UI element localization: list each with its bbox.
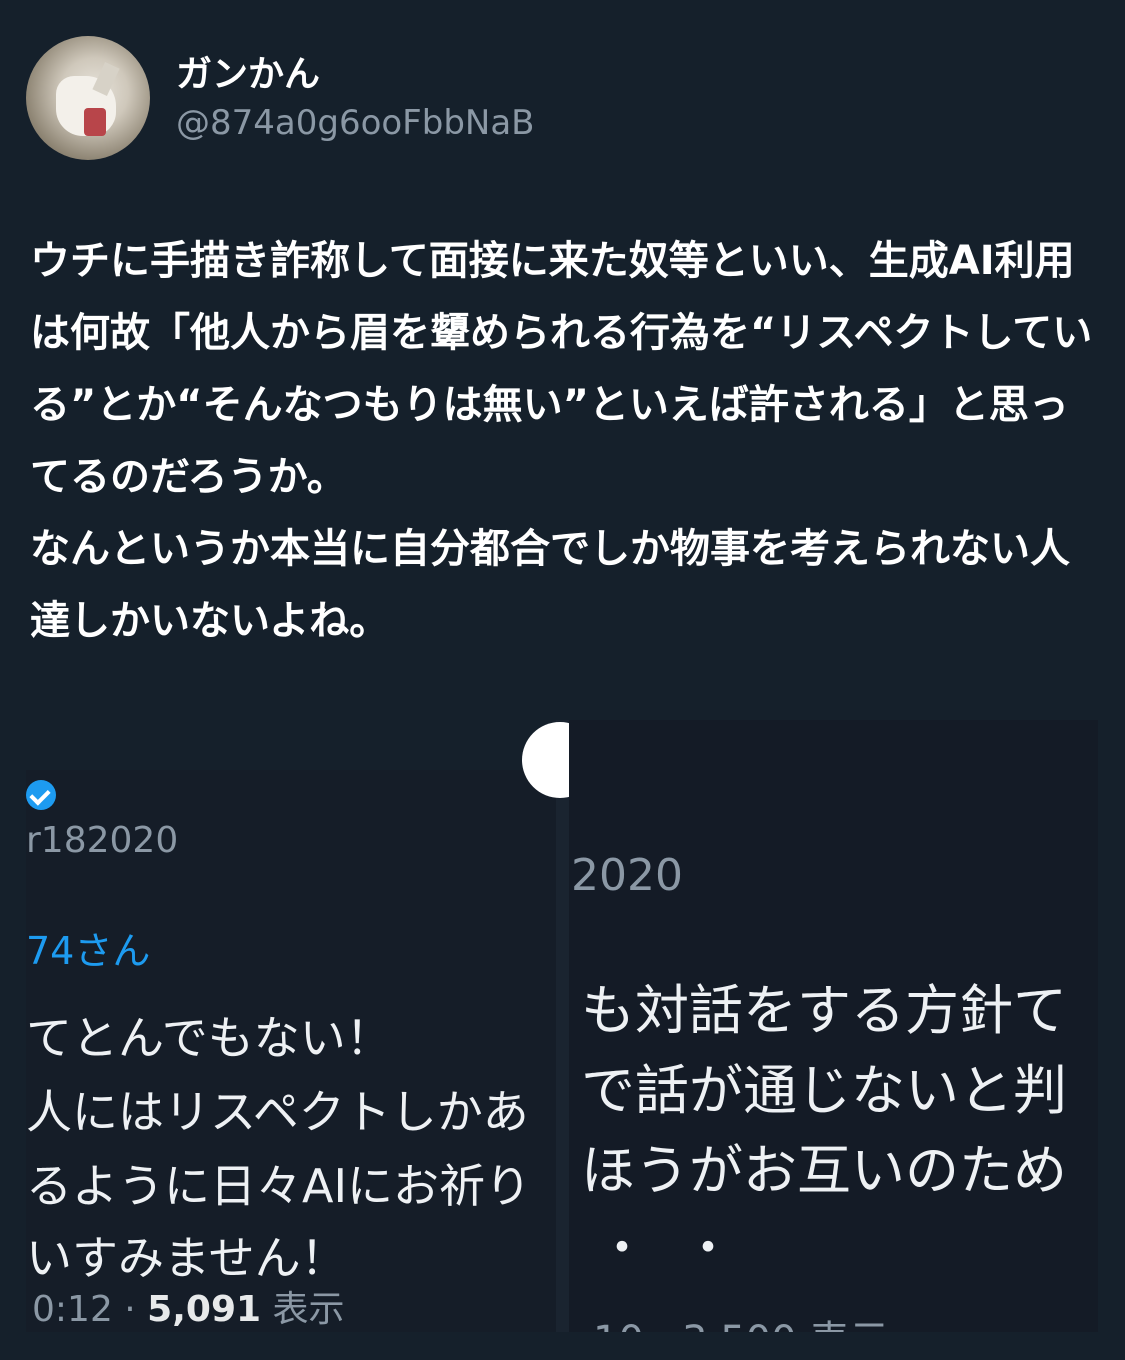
quoted-text-line: てとんでもない！ — [26, 1011, 392, 1065]
quoted-handle: r182020 — [26, 820, 179, 861]
display-name[interactable]: ガンかん — [176, 53, 535, 96]
user-handle[interactable]: @874a0g6ooFbbNaB — [176, 103, 535, 143]
attached-images[interactable]: r182020 74さん てとんでもない！ 人にはリスペクトしかあ るように日々… — [26, 720, 1098, 1332]
quoted-dots: ・・ — [597, 1219, 769, 1277]
quoted-text-line: いすみません！ — [26, 1231, 347, 1285]
avatar[interactable] — [26, 36, 150, 160]
quoted-text-line: 人にはリスペクトしかあ — [26, 1085, 529, 1139]
quoted-views-count: 5,091 — [147, 1289, 262, 1330]
attached-image-left[interactable]: r182020 74さん てとんでもない！ 人にはリスペクトしかあ るように日々… — [26, 770, 556, 1332]
quoted-time: 0:12 · — [32, 1289, 148, 1330]
tweet-paragraph-1: ウチに手描き詐称して面接に来た奴等といい、生成AI利用は何故「他人から眉を顰めら… — [30, 238, 1093, 500]
attached-image-right[interactable]: 2020 も対話をする方針て で話が通じないと判 ほうがお互いのため ・・ 10… — [569, 720, 1098, 1332]
avatar-figure-antenna — [92, 62, 120, 96]
tweet-text: ウチに手描き詐称して面接に来た奴等といい、生成AI利用は何故「他人から眉を顰めら… — [30, 225, 1100, 657]
quoted-views-label: 表示 — [261, 1289, 345, 1330]
quoted-handle: 2020 — [571, 850, 683, 901]
quoted-text-line: ほうがお互いのため — [581, 1139, 1067, 1202]
reply-to-label: 74さん — [26, 929, 151, 973]
tweet-paragraph-2: なんというか本当に自分都合でしか物事を考えられない人達しかいないよね。 — [30, 526, 1070, 644]
quoted-meta: 10 · 3,500 表示 — [593, 1308, 889, 1332]
verified-badge-icon — [26, 780, 56, 810]
author-names: ガンかん @874a0g6ooFbbNaB — [176, 53, 535, 142]
image-divider — [556, 720, 569, 1332]
avatar-figure-chest — [84, 108, 106, 136]
quoted-text-line: るように日々AIにお祈り — [26, 1159, 532, 1213]
quoted-meta: 0:12 · 5,091 表示 — [32, 1280, 345, 1332]
tweet-header: ガンかん @874a0g6ooFbbNaB — [26, 36, 535, 160]
quoted-text-line: で話が通じないと判 — [581, 1059, 1067, 1122]
quoted-text-line: も対話をする方針て — [581, 979, 1067, 1042]
